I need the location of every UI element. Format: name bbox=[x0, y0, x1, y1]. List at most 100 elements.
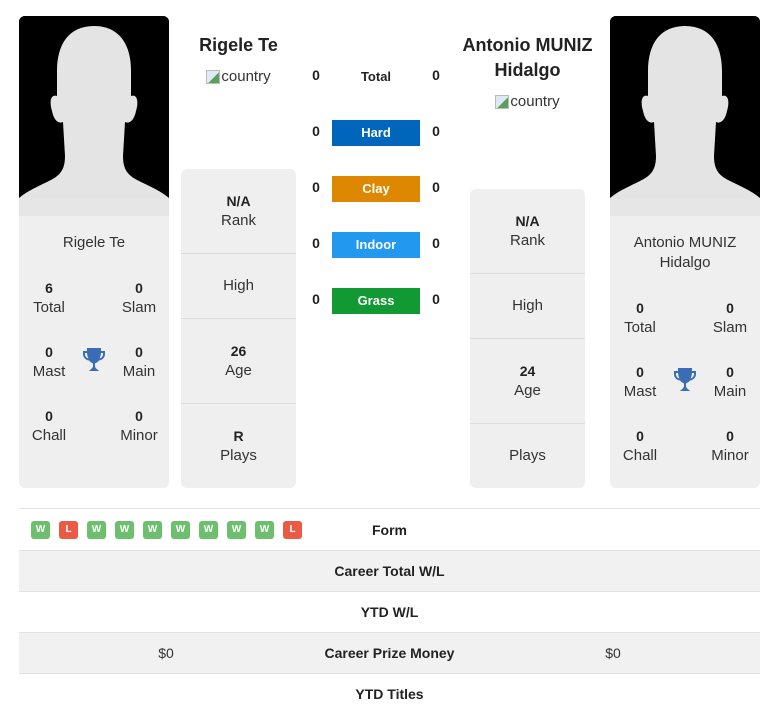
player1-rank: N/A Rank bbox=[181, 169, 296, 254]
label: Chall bbox=[622, 447, 658, 464]
player2-slam-titles: 0 Slam bbox=[700, 298, 760, 338]
surface-indoor-badge: Indoor bbox=[332, 232, 420, 258]
label: Chall bbox=[31, 427, 67, 444]
country-alt-text: country bbox=[510, 93, 560, 110]
label: Minor bbox=[120, 427, 158, 444]
player1-country: country bbox=[181, 68, 296, 85]
player2-plays: Plays bbox=[470, 424, 585, 488]
player1-mast-titles: 0 Mast bbox=[19, 342, 79, 382]
label: Rank bbox=[509, 232, 546, 249]
value: 0 bbox=[636, 300, 644, 316]
surface-clay-badge: Clay bbox=[332, 176, 420, 202]
player1-age: 26 Age bbox=[181, 319, 296, 404]
player1-titles-card: Rigele Te 6 Total 0 Slam 0 Mast 0 Main 0 Chal… bbox=[19, 216, 169, 488]
value: 0 bbox=[135, 344, 143, 360]
h2h-grass-p1: 0 bbox=[312, 291, 320, 307]
player2-age: 24 Age bbox=[470, 339, 585, 424]
stats-table-row: YTD Titles bbox=[19, 673, 760, 714]
value: 26 bbox=[230, 343, 247, 359]
value: N/A bbox=[226, 193, 251, 209]
player1-minor-titles: 0 Minor bbox=[109, 406, 169, 446]
player2-stats-card: N/A Rank High 24 Age Plays bbox=[470, 189, 585, 488]
value: 0 bbox=[726, 428, 734, 444]
form-row: WLWWWWWWWL Form bbox=[19, 508, 760, 550]
value: 0 bbox=[726, 300, 734, 316]
label: Age bbox=[225, 362, 252, 379]
value: 0 bbox=[45, 408, 53, 424]
player1-name[interactable]: Rigele Te bbox=[181, 33, 296, 58]
player1-card-name: Rigele Te bbox=[62, 234, 126, 251]
surface-grass-badge: Grass bbox=[332, 288, 420, 314]
value: 0 bbox=[45, 344, 53, 360]
stats-table-row: YTD W/L bbox=[19, 591, 760, 632]
stats-table-row: $0 Career Prize Money $0 bbox=[19, 632, 760, 673]
stats-table-row: Career Total W/L bbox=[19, 550, 760, 591]
label: Plays bbox=[509, 447, 546, 464]
name-line-2: Hidalgo bbox=[659, 254, 711, 271]
player1-high: High bbox=[181, 254, 296, 319]
label: Total bbox=[624, 319, 656, 336]
value: 0 bbox=[636, 364, 644, 380]
name-line-1: Antonio MUNIZ bbox=[462, 35, 593, 55]
broken-image-icon bbox=[206, 69, 221, 84]
player1-photo bbox=[19, 16, 169, 216]
player2-rank: N/A Rank bbox=[470, 189, 585, 274]
trophy-icon bbox=[673, 367, 697, 393]
form-label: Form bbox=[372, 522, 407, 538]
name-line-1: Antonio MUNIZ bbox=[633, 234, 737, 251]
player2-card-name: Antonio MUNIZ Hidalgo bbox=[610, 233, 760, 273]
silhouette-icon bbox=[610, 16, 760, 216]
name-line-2: Hidalgo bbox=[494, 60, 561, 80]
value: 0 bbox=[135, 408, 143, 424]
surface-hard-badge: Hard bbox=[332, 120, 420, 146]
value: 0 bbox=[636, 428, 644, 444]
player2-titles-card: Antonio MUNIZ Hidalgo 0 Total 0 Slam 0 Mast… bbox=[610, 216, 760, 488]
h2h-hard-p1: 0 bbox=[312, 123, 320, 139]
h2h-total-label: Total bbox=[360, 69, 392, 84]
value: N/A bbox=[515, 213, 540, 229]
player2-high: High bbox=[470, 274, 585, 339]
trophy-icon bbox=[82, 347, 106, 373]
player2-name[interactable]: Antonio MUNIZ Hidalgo bbox=[455, 33, 600, 83]
player2-total-titles: 0 Total bbox=[610, 298, 670, 338]
value: 0 bbox=[726, 364, 734, 380]
player2-photo bbox=[610, 16, 760, 216]
value: R bbox=[233, 428, 244, 444]
h2h-total-p1: 0 bbox=[312, 67, 320, 83]
label: Mast bbox=[623, 383, 657, 400]
h2h-indoor-p1: 0 bbox=[312, 235, 320, 251]
country-alt-text: country bbox=[221, 68, 271, 85]
player1-slam-titles: 0 Slam bbox=[109, 278, 169, 318]
label: Main bbox=[713, 383, 747, 400]
label: Mast bbox=[32, 363, 66, 380]
player1-total-titles: 6 Total bbox=[19, 278, 79, 318]
player2-country: country bbox=[470, 93, 585, 110]
label: Slam bbox=[712, 319, 748, 336]
h2h-indoor-p2: 0 bbox=[432, 235, 440, 251]
h2h-clay-p1: 0 bbox=[312, 179, 320, 195]
label: Total bbox=[33, 299, 65, 316]
label: Rank bbox=[220, 212, 257, 229]
player2-main-titles: 0 Main bbox=[700, 362, 760, 402]
label: High bbox=[512, 297, 543, 314]
player2-value: $0 bbox=[605, 645, 621, 661]
player1-stats-card: N/A Rank High 26 Age R Plays bbox=[181, 169, 296, 488]
row-label: YTD W/L bbox=[360, 604, 419, 620]
h2h-hard-p2: 0 bbox=[432, 123, 440, 139]
value: 24 bbox=[519, 363, 536, 379]
label: Main bbox=[122, 363, 156, 380]
label: Plays bbox=[220, 447, 257, 464]
broken-image-icon bbox=[495, 94, 510, 109]
label: High bbox=[223, 277, 254, 294]
player2-mast-titles: 0 Mast bbox=[610, 362, 670, 402]
row-label: Career Total W/L bbox=[334, 563, 445, 579]
player2-minor-titles: 0 Minor bbox=[700, 426, 760, 466]
h2h-clay-p2: 0 bbox=[432, 179, 440, 195]
player1-main-titles: 0 Main bbox=[109, 342, 169, 382]
label: Age bbox=[514, 382, 541, 399]
value: 6 bbox=[45, 280, 53, 296]
label: Slam bbox=[121, 299, 157, 316]
h2h-total-p2: 0 bbox=[432, 67, 440, 83]
player2-chall-titles: 0 Chall bbox=[610, 426, 670, 466]
label: Minor bbox=[711, 447, 749, 464]
